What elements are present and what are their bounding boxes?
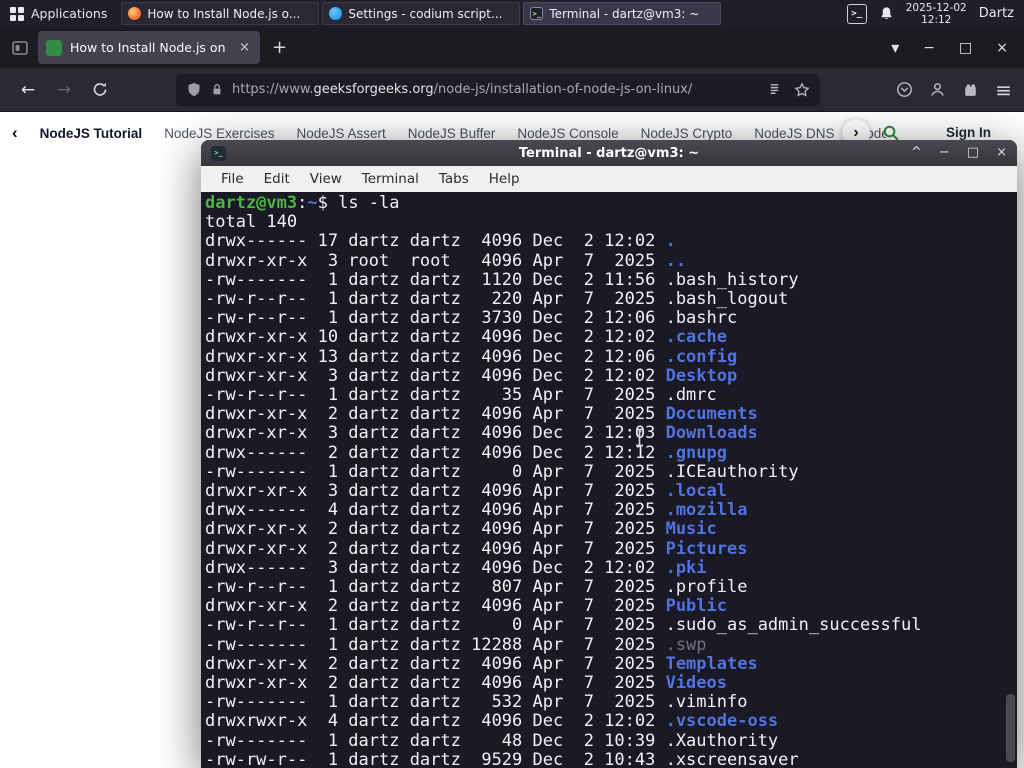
taskbar-window-button[interactable]: Settings - codium script... <box>322 2 521 25</box>
nav-scroll-left-icon[interactable]: ‹ <box>12 123 18 143</box>
terminal-tray-icon[interactable]: >_ <box>846 3 867 24</box>
site-nav-item[interactable]: NodeJS Assert <box>296 126 385 141</box>
menu-edit[interactable]: Edit <box>254 171 300 187</box>
lock-icon[interactable] <box>210 82 224 97</box>
window-close-button[interactable]: × <box>996 40 1008 56</box>
site-nav-item[interactable]: NodeJS Exercises <box>164 126 274 141</box>
applications-label: Applications <box>31 6 108 21</box>
terminal-output[interactable]: dartz@vm3:~$ ls -la total 140 drwx------… <box>201 192 1017 768</box>
window-minimize-button[interactable]: − <box>923 40 935 56</box>
site-nav-item[interactable]: NodeJS Console <box>517 126 618 141</box>
browser-tab-bar: How to Install Node.js on × + ▾ − □ × <box>0 27 1024 68</box>
url-bar[interactable]: https://www.geeksforgeeks.org/node-js/in… <box>176 73 820 106</box>
sign-in-button[interactable]: Sign In <box>946 125 991 140</box>
pocket-icon[interactable] <box>896 81 913 98</box>
terminal-shade-button[interactable]: ^ <box>911 140 922 166</box>
bookmark-star-icon[interactable] <box>794 81 810 98</box>
firefox-view-icon[interactable] <box>12 40 28 56</box>
site-nav-item[interactable]: NodeJS DNS <box>754 126 834 141</box>
tracking-shield-icon[interactable] <box>186 82 202 98</box>
menu-tabs[interactable]: Tabs <box>429 171 479 187</box>
terminal-window-title: Terminal - dartz@vm3: ~ <box>518 145 700 161</box>
terminal-menubar: File Edit View Terminal Tabs Help <box>201 166 1017 192</box>
menu-view[interactable]: View <box>300 171 352 187</box>
account-icon[interactable] <box>929 81 946 98</box>
terminal-body[interactable]: dartz@vm3:~$ ls -la total 140 drwx------… <box>201 192 1017 768</box>
taskbar-window-title: Terminal - dartz@vm3: ~ <box>549 6 700 21</box>
browser-toolbar: ← → https://www.geeksforgeeks.org/node-j… <box>0 68 1024 112</box>
terminal-minimize-button[interactable]: − <box>939 140 950 166</box>
terminal-maximize-button[interactable]: □ <box>967 140 979 166</box>
hamburger-menu-icon[interactable]: ≡ <box>995 78 1012 102</box>
list-all-tabs-chevron-icon[interactable]: ▾ <box>891 38 899 57</box>
panel-user-label: Dartz <box>978 6 1014 21</box>
clock-time: 12:12 <box>921 13 952 26</box>
site-nav-item[interactable]: NodeJS Buffer <box>408 126 496 141</box>
tab-title: How to Install Node.js on <box>70 40 226 55</box>
notification-bell-icon[interactable] <box>879 6 894 21</box>
window-maximize-button[interactable]: □ <box>959 40 972 56</box>
toolbar-right-icons: ≡ <box>896 78 1024 102</box>
menu-help[interactable]: Help <box>479 171 530 187</box>
terminal-scrollbar-thumb[interactable] <box>1006 694 1015 762</box>
applications-menu[interactable]: Applications <box>0 0 117 27</box>
extensions-icon[interactable] <box>962 81 979 98</box>
terminal-close-button[interactable]: × <box>996 140 1007 166</box>
new-tab-button[interactable]: + <box>272 37 287 58</box>
terminal-window: >_ Terminal - dartz@vm3: ~ ^ − □ × File E… <box>201 140 1017 768</box>
panel-clock[interactable]: 2025-12-02 12:12 <box>906 2 967 26</box>
tab-close-icon[interactable]: × <box>237 40 252 55</box>
browser-tab[interactable]: How to Install Node.js on × <box>38 31 260 64</box>
menu-terminal[interactable]: Terminal <box>352 171 429 187</box>
url-text: https://www.geeksforgeeks.org/node-js/in… <box>232 82 693 97</box>
terminal-title-bar[interactable]: >_ Terminal - dartz@vm3: ~ ^ − □ × <box>201 140 1017 166</box>
back-button[interactable]: ← <box>16 80 40 100</box>
tab-bar-controls: ▾ − □ × <box>891 38 1024 57</box>
desktop-panel: Applications How to Install Node.js o...… <box>0 0 1024 27</box>
taskbar-window-button[interactable]: >_ Terminal - dartz@vm3: ~ <box>523 2 722 25</box>
applications-grid-icon <box>10 6 24 21</box>
forward-button[interactable]: → <box>52 80 76 100</box>
panel-tray-area: >_ 2025-12-02 12:12 Dartz <box>846 0 1024 27</box>
taskbar-windows: How to Install Node.js o... Settings - co… <box>121 2 722 25</box>
terminal-icon: >_ <box>530 7 544 20</box>
reload-button[interactable] <box>88 81 112 98</box>
taskbar-window-title: How to Install Node.js o... <box>147 6 301 21</box>
menu-file[interactable]: File <box>211 171 254 187</box>
terminal-app-icon: >_ <box>211 145 226 161</box>
taskbar-window-button[interactable]: How to Install Node.js o... <box>121 2 320 25</box>
site-nav-items: NodeJS Tutorial NodeJS Exercises NodeJS As… <box>40 126 886 141</box>
firefox-icon <box>128 7 142 20</box>
reader-mode-icon[interactable] <box>767 82 782 97</box>
codium-icon <box>329 7 343 20</box>
site-nav-item[interactable]: NodeJS Crypto <box>641 126 733 141</box>
terminal-window-controls: ^ − □ × <box>911 140 1007 166</box>
site-favicon <box>46 39 62 56</box>
taskbar-window-title: Settings - codium script... <box>348 6 503 21</box>
site-nav-item[interactable]: NodeJS Tutorial <box>40 126 143 141</box>
clock-date: 2025-12-02 <box>905 1 967 14</box>
